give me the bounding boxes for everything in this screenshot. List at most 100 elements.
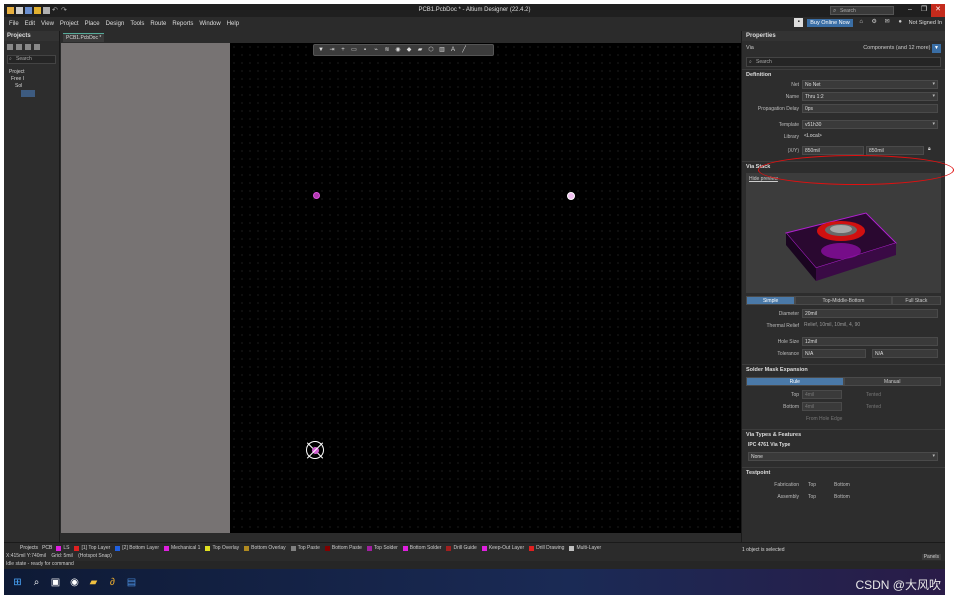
project-open-icon[interactable] [25, 44, 31, 50]
menu-view[interactable]: View [41, 21, 54, 27]
dimension-icon[interactable]: ▥ [438, 47, 446, 54]
name-select[interactable]: Thru 1:2 [802, 92, 938, 101]
propagation-delay-field[interactable]: 0ps [802, 104, 938, 113]
component-icon[interactable]: ▪ [361, 47, 369, 54]
pcb-board-canvas[interactable] [230, 43, 741, 533]
layer-tab[interactable]: Top Paste [290, 545, 320, 551]
taskbar-explorer-icon[interactable]: ▰ [88, 577, 99, 588]
properties-search-input[interactable]: Search [746, 57, 941, 67]
layer-tab[interactable]: Drill Drawing [529, 545, 564, 551]
gear-icon[interactable]: ⚙ [870, 18, 879, 27]
layer-tab[interactable]: Bottom Overlay [244, 545, 286, 551]
menu-reports[interactable]: Reports [172, 21, 193, 27]
x-field[interactable]: 850mil [802, 146, 864, 155]
project-save-icon[interactable] [16, 44, 22, 50]
polygon-icon[interactable]: ⬡ [427, 47, 435, 54]
from-hole-edge[interactable]: From Hole Edge [806, 416, 842, 422]
route-icon[interactable]: ⌁ [372, 47, 380, 54]
solder-top-tented[interactable]: Tented [866, 392, 881, 398]
share-icon[interactable]: ▪ [794, 18, 804, 27]
fab-top-checkbox[interactable]: Top [808, 482, 816, 488]
select-icon[interactable]: ⇥ [328, 47, 336, 54]
tolerance-minus-field[interactable]: N/A [872, 349, 938, 358]
tolerance-plus-field[interactable]: N/A [802, 349, 866, 358]
canvas-outside-board[interactable] [61, 43, 230, 533]
layer-tab[interactable]: Bottom Paste [324, 545, 362, 551]
sign-in-status[interactable]: Not Signed In [909, 20, 942, 26]
mode-top-middle-bottom[interactable]: Top-Middle-Bottom [795, 296, 892, 305]
menu-design[interactable]: Design [106, 21, 125, 27]
layer-tab[interactable]: Keep-Out Layer [481, 545, 524, 551]
filter-icon[interactable]: ▼ [317, 47, 325, 54]
menu-edit[interactable]: Edit [25, 21, 35, 27]
solder-mask-section[interactable]: Solder Mask Expansion [742, 364, 945, 374]
projects-search-input[interactable]: Search [7, 55, 56, 64]
definition-section[interactable]: Definition [742, 69, 945, 79]
asm-bottom-checkbox[interactable]: Bottom [834, 494, 850, 500]
move-icon[interactable]: + [339, 47, 347, 54]
layer-tab[interactable]: LS [56, 545, 69, 551]
via-object-selected[interactable] [567, 192, 575, 200]
tab-pcb1[interactable]: PCB1.PcbDoc * [63, 33, 105, 42]
layer-tab[interactable]: Bottom Solder [402, 545, 441, 551]
layer-tab[interactable]: [2] Bottom Layer [115, 545, 159, 551]
asm-top-checkbox[interactable]: Top [808, 494, 816, 500]
projects-tab[interactable]: Projects [20, 545, 38, 551]
solder-bottom-field[interactable]: 4mil [802, 402, 842, 411]
layer-tab[interactable]: Drill Guide [446, 545, 477, 551]
panels-button[interactable]: Panels [921, 554, 941, 560]
menu-project[interactable]: Project [60, 21, 79, 27]
menu-help[interactable]: Help [227, 21, 239, 27]
pad-icon[interactable]: ◆ [405, 47, 413, 54]
project-options-icon[interactable] [7, 44, 13, 50]
tree-item-pcb-selected[interactable] [21, 90, 35, 97]
taskbar-chat-icon[interactable]: ◉ [69, 577, 80, 588]
line-icon[interactable]: ╱ [460, 47, 468, 54]
fab-bottom-checkbox[interactable]: Bottom [834, 482, 850, 488]
ipc-via-type-select[interactable]: None [748, 452, 938, 461]
via-object[interactable] [313, 192, 320, 199]
taskbar-word-icon[interactable]: ▤ [126, 577, 137, 588]
taskbar-search-icon[interactable]: ⌕ [31, 577, 42, 588]
home-icon[interactable]: ⌂ [857, 18, 866, 27]
net-select[interactable]: No Net [802, 80, 938, 89]
y-field[interactable]: 850mil [866, 146, 924, 155]
minimize-button[interactable]: – [903, 4, 917, 17]
layer-tab[interactable]: Top Overlay [205, 545, 239, 551]
thermal-relief-field[interactable]: Relief, 10mil, 10mil, 4, 90 [802, 321, 938, 330]
testpoint-section[interactable]: Testpoint [742, 467, 945, 477]
taskbar-gallery-icon[interactable]: ▣ [50, 577, 61, 588]
solder-bottom-tented[interactable]: Tented [866, 404, 881, 410]
tree-item-project[interactable]: Project [7, 69, 56, 76]
mode-full-stack[interactable]: Full Stack [891, 296, 941, 305]
lock-icon[interactable]: 🔒︎ [928, 146, 931, 152]
tree-item-free[interactable]: Free I [7, 76, 56, 83]
mode-simple[interactable]: Simple [746, 296, 796, 305]
layer-tab[interactable]: Top Solder [366, 545, 398, 551]
pcb-tab[interactable]: PCB [42, 545, 52, 551]
user-icon[interactable]: ● [896, 18, 905, 27]
menu-file[interactable]: File [9, 21, 19, 27]
filter-text[interactable]: Components (and 12 more) [863, 45, 930, 51]
template-select[interactable]: v51h30 [802, 120, 938, 129]
menu-tools[interactable]: Tools [130, 21, 144, 27]
rect-select-icon[interactable]: ▭ [350, 47, 358, 54]
tree-item-source[interactable]: Sol [7, 83, 56, 90]
mode-manual[interactable]: Manual [843, 377, 941, 386]
layer-tab[interactable]: Mechanical 1 [163, 545, 200, 551]
diameter-field[interactable]: 20mil [802, 309, 938, 318]
project-close-icon[interactable] [34, 44, 40, 50]
windows-start-icon[interactable]: ⊞ [12, 577, 23, 588]
global-search[interactable]: Search [830, 6, 894, 15]
notifications-icon[interactable]: ✉ [883, 18, 892, 27]
filter-button-icon[interactable]: ▼ [932, 43, 941, 53]
buy-online-button[interactable]: Buy Online Now [807, 18, 853, 27]
fill-icon[interactable]: ▰ [416, 47, 424, 54]
mode-rule[interactable]: Rule [746, 377, 844, 386]
hole-size-field[interactable]: 12mil [802, 337, 938, 346]
menu-route[interactable]: Route [150, 21, 166, 27]
text-icon[interactable]: A [449, 47, 457, 54]
layer-tab[interactable]: Multi-Layer [569, 545, 601, 551]
diff-pair-icon[interactable]: ≋ [383, 47, 391, 54]
taskbar-altium-icon[interactable]: ∂ [107, 577, 118, 588]
